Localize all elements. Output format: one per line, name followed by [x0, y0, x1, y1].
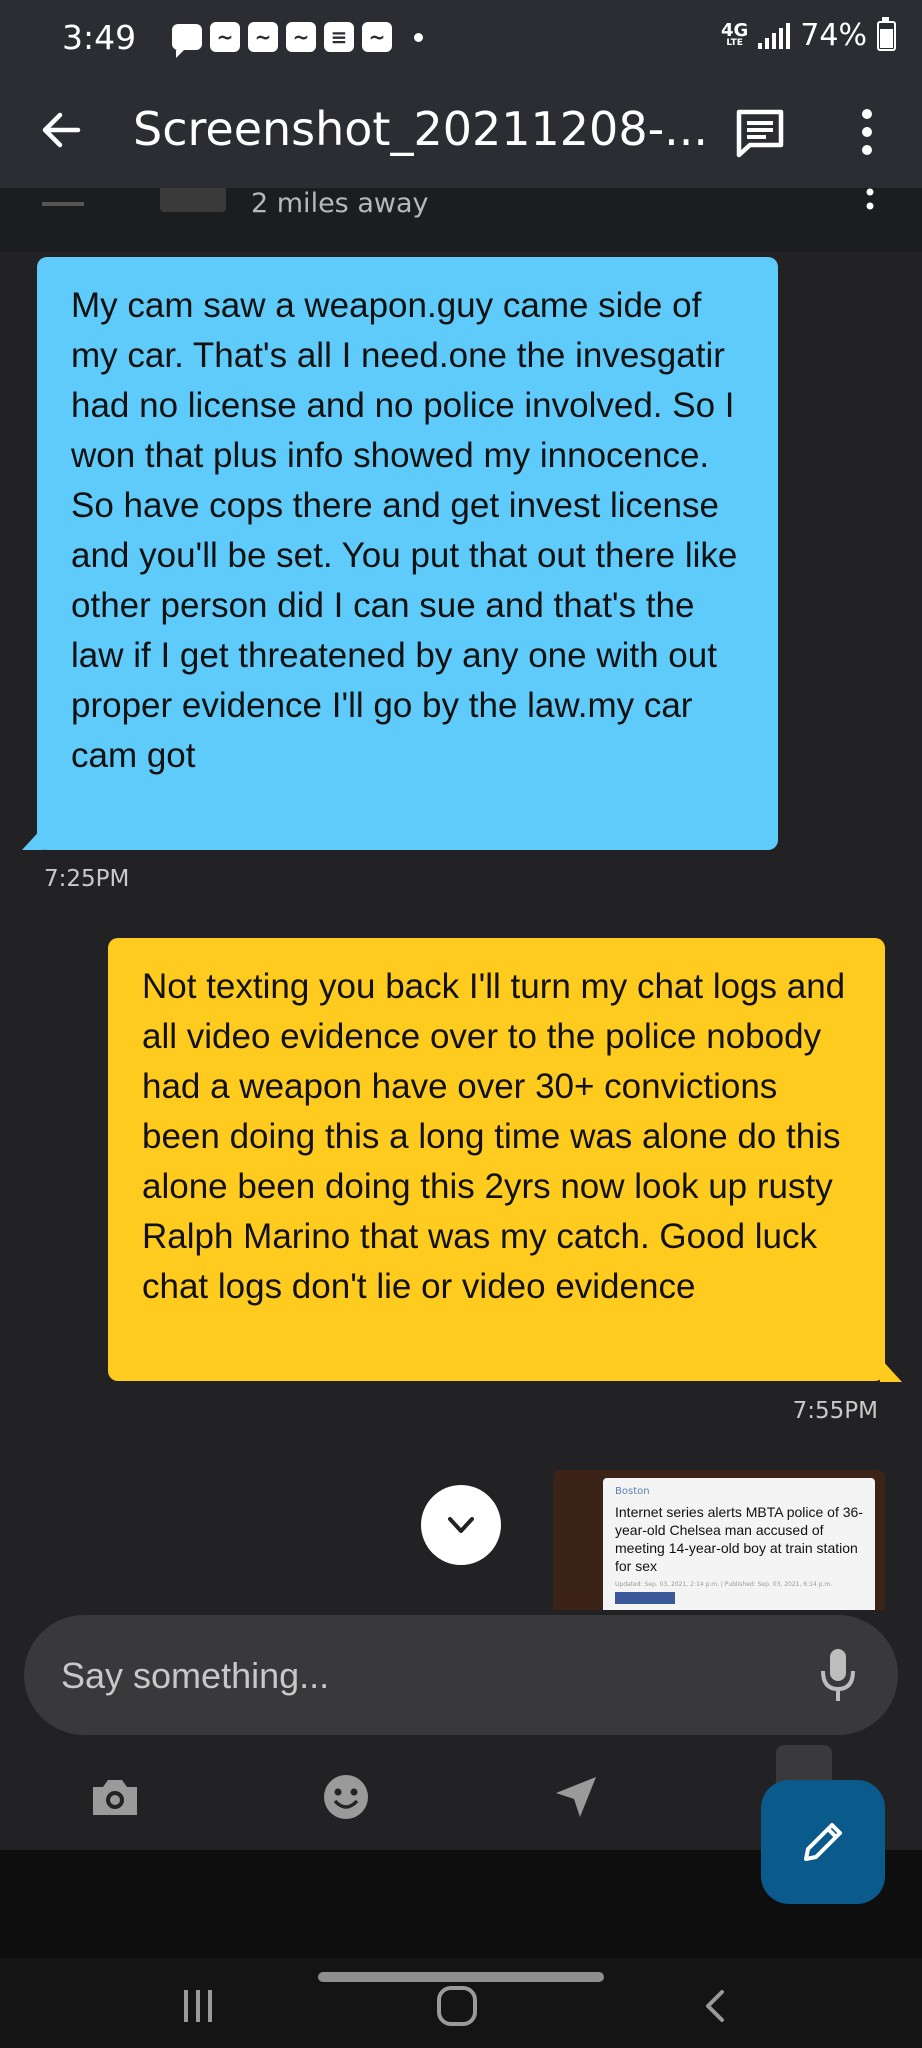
recent-apps-button[interactable]	[168, 1976, 228, 2036]
app-icon: ~	[248, 22, 278, 52]
location-button[interactable]	[546, 1767, 606, 1827]
status-right: 4G LTE 74%	[721, 16, 896, 53]
chat-icon	[172, 24, 202, 58]
incoming-message: My cam saw a weapon.guy came side of my …	[37, 257, 778, 850]
share-bar	[615, 1592, 675, 1604]
emoji-icon	[324, 1775, 368, 1819]
outgoing-message: Not texting you back I'll turn my chat l…	[108, 938, 885, 1381]
avatar	[160, 188, 226, 212]
screenshot-header-strip: 2 miles away	[0, 188, 922, 252]
home-button[interactable]	[427, 1976, 487, 2036]
app-icon: ~	[362, 22, 392, 52]
back-chevron-icon	[706, 1990, 724, 2022]
page-title: Screenshot_20211208-...	[133, 102, 709, 156]
network-type: 4G	[721, 20, 749, 41]
image-message-preview[interactable]: Boston Internet series alerts MBTA polic…	[553, 1470, 885, 1610]
faded-more-icon	[866, 188, 874, 210]
app-bar: Screenshot_20211208-...	[0, 78, 922, 188]
battery-icon	[877, 16, 896, 51]
scroll-to-bottom-button[interactable]	[421, 1485, 501, 1565]
message-input[interactable]	[59, 1615, 763, 1737]
message-timestamp: 7:55PM	[792, 1398, 878, 1424]
pencil-icon	[804, 1823, 842, 1861]
article-card: Boston Internet series alerts MBTA polic…	[603, 1478, 875, 1610]
recents-icon	[184, 1990, 212, 2022]
back-button[interactable]	[34, 100, 94, 160]
news-icon: ≡	[324, 22, 354, 52]
article-section: Boston	[615, 1486, 650, 1497]
voice-button[interactable]	[820, 1647, 856, 1703]
comment-icon	[736, 109, 784, 158]
distance-label: 2 miles away	[251, 188, 429, 219]
network-indicator: 4G LTE	[721, 20, 749, 48]
comment-button[interactable]	[730, 102, 790, 162]
chevron-down-icon	[448, 1517, 474, 1533]
message-timestamp: 7:25PM	[44, 866, 130, 892]
microphone-icon	[821, 1649, 855, 1701]
notification-icons: ~ ~ ~ ≡ ~	[172, 22, 423, 58]
camera-button[interactable]	[85, 1767, 145, 1827]
camera-icon	[93, 1780, 137, 1815]
signal-icon	[758, 22, 791, 49]
article-headline: Internet series alerts MBTA police of 36…	[615, 1504, 863, 1574]
message-composer	[24, 1615, 898, 1737]
emoji-button[interactable]	[316, 1767, 376, 1827]
faded-back-icon	[42, 202, 84, 206]
app-icon: ~	[210, 22, 240, 52]
navigation-arrow-icon	[556, 1777, 596, 1817]
edit-fab-button[interactable]	[761, 1780, 885, 1904]
more-vert-icon	[862, 109, 872, 155]
status-time: 3:49	[62, 18, 137, 57]
status-bar: 3:49 ~ ~ ~ ≡ ~ 4G LTE 74%	[0, 0, 922, 78]
article-meta: Updated: Sep. 03, 2021, 2:14 p.m. | Publ…	[615, 1581, 833, 1588]
more-options-button[interactable]	[842, 102, 892, 162]
home-icon	[437, 1986, 477, 2026]
app-icon: ~	[286, 22, 316, 52]
more-notifications-icon	[414, 32, 423, 42]
back-arrow-icon	[42, 112, 81, 148]
back-nav-button[interactable]	[686, 1976, 746, 2036]
battery-percent: 74%	[800, 18, 867, 53]
